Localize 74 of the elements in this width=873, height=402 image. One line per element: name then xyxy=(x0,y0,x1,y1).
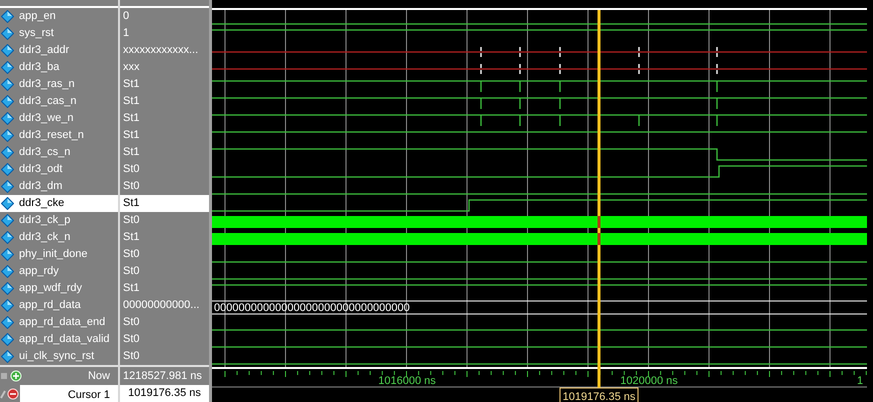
signal-value: St1 xyxy=(122,77,141,92)
diamond-icon xyxy=(1,231,14,244)
signal-name[interactable]: app_wdf_rdy xyxy=(0,280,118,297)
cursor-time-marker: 1019176.35 ns xyxy=(560,388,638,402)
signal-name[interactable]: ddr3_ck_p xyxy=(0,212,118,229)
signal-name[interactable]: app_rd_data_valid xyxy=(0,331,118,348)
signal-value: St0 xyxy=(122,332,141,348)
diamond-icon xyxy=(1,10,14,23)
diamond-icon xyxy=(1,248,14,261)
signal-value: St0 xyxy=(122,247,141,262)
diamond-icon xyxy=(1,350,14,363)
signal-name[interactable]: ddr3_cs_n xyxy=(0,144,118,161)
signal-name[interactable]: ui_clk_sync_rst xyxy=(0,348,118,365)
now-label: Now xyxy=(88,368,111,384)
diamond-icon xyxy=(1,299,14,312)
signal-name[interactable]: sys_rst xyxy=(0,25,118,42)
signal-value: St1 xyxy=(122,230,141,246)
diamond-icon xyxy=(1,95,14,108)
signal-value: St0 xyxy=(122,162,141,178)
diamond-icon xyxy=(1,197,14,210)
signal-name[interactable]: ddr3_odt xyxy=(0,161,118,178)
signal-name[interactable]: app_rd_data_end xyxy=(0,314,118,331)
cursor-value: 1019176.35 ns xyxy=(120,385,209,402)
signal-name[interactable]: ddr3_ck_n xyxy=(0,229,118,246)
signal-value: xxxxxxxxxxxx... xyxy=(122,43,200,58)
signal-value: St0 xyxy=(122,349,141,364)
diamond-icon xyxy=(1,282,14,295)
cursor-label[interactable]: Cursor 1 xyxy=(20,385,118,402)
remove-cursor-icon[interactable] xyxy=(0,388,20,400)
diamond-icon xyxy=(1,180,14,193)
signal-value: 1 xyxy=(122,26,130,42)
signal-value: St1 xyxy=(122,145,141,160)
time-label: 1 xyxy=(857,375,864,387)
cursor-line[interactable] xyxy=(598,10,600,388)
signal-value: St0 xyxy=(122,213,141,228)
diamond-icon xyxy=(1,316,14,329)
time-label: 1016000 ns xyxy=(378,375,436,387)
signal-value: St0 xyxy=(122,264,141,280)
diamond-icon xyxy=(1,265,14,278)
signal-name[interactable]: ddr3_addr xyxy=(0,42,118,59)
signal-value: St1 xyxy=(122,281,141,296)
signal-name[interactable]: ddr3_ras_n xyxy=(0,76,118,93)
signal-name[interactable]: ddr3_cas_n xyxy=(0,93,118,110)
signal-value: St0 xyxy=(122,179,141,194)
signal-value: St1 xyxy=(120,195,209,212)
diamond-icon xyxy=(1,214,14,227)
signal-name[interactable]: app_rdy xyxy=(0,263,118,280)
signal-value: 0 xyxy=(122,9,130,24)
signal-value: St1 xyxy=(122,128,141,144)
signal-value: St1 xyxy=(122,111,141,126)
bus-value: 00000000000000000000000000000000 xyxy=(214,302,410,314)
now-value: 1218527.981 ns xyxy=(122,368,203,384)
diamond-icon xyxy=(1,44,14,57)
diamond-icon xyxy=(1,27,14,40)
signal-name[interactable]: ddr3_reset_n xyxy=(0,127,118,144)
signal-name[interactable]: phy_init_done xyxy=(0,246,118,263)
signal-name[interactable]: ddr3_we_n xyxy=(0,110,118,127)
signal-name[interactable]: ddr3_dm xyxy=(0,178,118,195)
signal-name[interactable]: app_en xyxy=(0,8,118,25)
diamond-icon xyxy=(1,61,14,74)
diamond-icon xyxy=(1,129,14,142)
diamond-icon xyxy=(1,112,14,125)
diamond-icon xyxy=(1,163,14,176)
time-label: 1020000 ns xyxy=(620,375,678,387)
signal-name[interactable]: ddr3_cke xyxy=(0,195,118,212)
signal-value: 00000000000... xyxy=(122,298,200,314)
signal-name[interactable]: app_rd_data xyxy=(0,297,118,314)
diamond-icon xyxy=(1,78,14,91)
signal-name[interactable]: ddr3_ba xyxy=(0,59,118,76)
diamond-icon xyxy=(1,146,14,159)
signal-value: St1 xyxy=(122,94,141,110)
signal-value: xxx xyxy=(122,60,140,76)
signal-value: St0 xyxy=(122,315,141,330)
diamond-icon xyxy=(1,333,14,346)
